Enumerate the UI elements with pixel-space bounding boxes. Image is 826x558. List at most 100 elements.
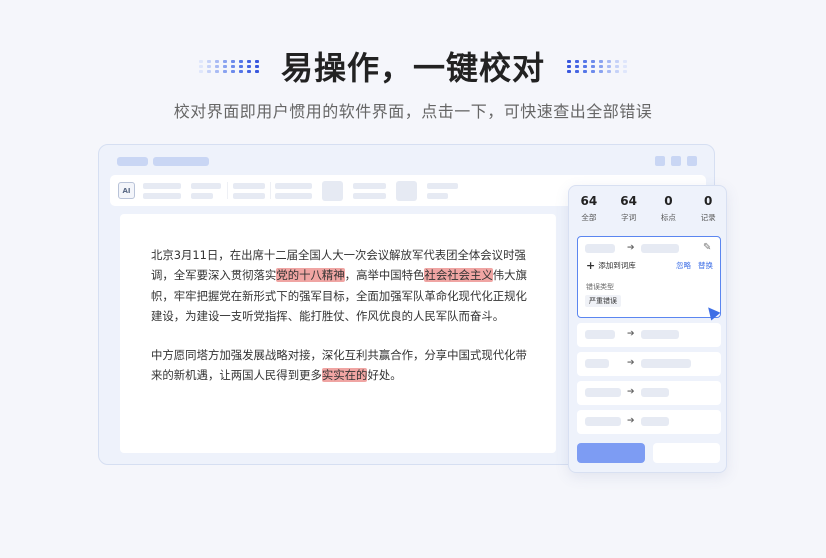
dot [246,69,251,73]
toolbar-item[interactable] [353,183,386,189]
dot [238,59,243,63]
replace-button[interactable]: 替换 [698,260,713,271]
stat-words[interactable]: 64 字词 [609,194,649,223]
ignore-button[interactable]: 忽略 [676,260,691,271]
toolbar-item[interactable] [427,193,448,199]
dot [591,69,595,73]
toolbar-button[interactable] [322,181,343,201]
proofread-panel: 64 全部 64 字词 0 标点 0 记录 ➔ ✎ + 添加到词库 忽略 替换 … [568,185,727,473]
error-severity-badge: 严重错误 [585,295,621,307]
dot [198,69,203,73]
toolbar-item[interactable] [233,183,265,189]
toolbar-item[interactable] [427,183,458,189]
arrow-right-icon: ➔ [627,243,635,253]
document-paragraph: 北京3月11日，在出席十二届全国人大一次会议解放军代表团全体会议时强调，全军要深… [151,245,527,326]
secondary-action-button[interactable] [653,443,720,463]
dot [623,69,627,73]
dot [607,64,611,68]
arrow-right-icon: ➔ [627,416,635,426]
error-card[interactable]: ➔ [577,323,721,347]
toolbar-item[interactable] [275,183,312,189]
suggestion-placeholder [641,330,679,339]
error-highlight[interactable]: 实实在的 [321,368,368,383]
stat-label: 全部 [581,213,597,222]
dot [238,69,243,73]
toolbar-item[interactable] [143,183,181,189]
toolbar-divider [227,182,228,199]
dot [583,59,587,63]
error-card[interactable]: ➔ [577,410,721,434]
close-button[interactable] [687,156,697,166]
dot [583,64,587,68]
error-card[interactable]: ➔ [577,381,721,405]
suggestion-placeholder [641,244,679,253]
minimize-button[interactable] [655,156,665,166]
toolbar-item[interactable] [353,193,386,199]
error-type-label: 错误类型 [586,283,614,291]
arrow-right-icon: ➔ [627,358,635,368]
original-text-placeholder [585,388,621,397]
dot [230,59,235,63]
ai-doc-icon[interactable]: AI [118,182,135,199]
dot [599,69,603,73]
original-text-placeholder [585,417,621,426]
stat-records[interactable]: 0 记录 [688,194,728,223]
mouse-cursor-icon [703,303,721,321]
add-to-dictionary-button[interactable]: + 添加到词库 [586,259,636,272]
page-title: 易操作，一键校对 [280,49,545,87]
document-paragraph: 中方愿同塔方加强发展战略对接，深化互利共赢合作，分享中国式现代化带来的新机遇，让… [151,345,527,386]
suggestion-placeholder [641,388,669,397]
primary-action-button[interactable] [577,443,645,463]
error-card[interactable]: ➔ [577,352,721,376]
original-text-placeholder [585,244,615,253]
arrow-right-icon: ➔ [627,387,635,397]
stat-label: 标点 [660,213,676,222]
stat-label: 字词 [621,213,637,222]
stat-count: 0 [664,194,673,208]
dot [607,59,611,63]
dot [599,64,603,68]
stat-count: 64 [580,194,598,208]
decorative-dots-left [198,59,259,73]
dot [567,69,571,73]
hero-title-row: 易操作，一键校对 [0,44,826,88]
toolbar-item[interactable] [233,193,265,199]
active-error-card[interactable]: ➔ ✎ + 添加到词库 忽略 替换 错误类型 严重错误 [577,236,721,321]
stat-punctuation[interactable]: 0 标点 [649,194,689,223]
toolbar-item[interactable] [143,193,181,199]
document-text: ，高举中国特色 [344,268,425,283]
dot [575,69,579,73]
suggestion-placeholder [641,359,691,368]
stats-row: 64 全部 64 字词 0 标点 0 记录 [569,194,728,223]
dot [615,69,619,73]
dot [591,64,595,68]
dot [591,59,595,63]
stat-label: 记录 [700,213,716,222]
toolbar-button[interactable] [396,181,417,201]
error-highlight[interactable]: 党的十八精神 [276,268,345,283]
stat-all[interactable]: 64 全部 [569,194,609,223]
stat-count: 64 [620,194,637,208]
original-text-placeholder [585,359,609,368]
dot [599,59,603,63]
error-highlight[interactable]: 社会社会主义 [424,268,493,283]
add-to-dictionary-label: 添加到词库 [598,261,636,270]
dot [238,64,243,68]
dot [214,59,219,63]
maximize-button[interactable] [671,156,681,166]
edit-pencil-icon[interactable]: ✎ [703,242,711,253]
toolbar-item[interactable] [275,193,312,199]
dot [607,69,611,73]
arrow-right-icon: ➔ [627,329,635,339]
dot [206,69,211,73]
toolbar-item[interactable] [191,193,213,199]
dot [575,59,579,63]
dot [567,64,571,68]
document-page[interactable]: 北京3月11日，在出席十二届全国人大一次会议解放军代表团全体会议时强调，全军要深… [120,214,556,453]
dot [583,69,587,73]
toolbar-item[interactable] [191,183,221,189]
dot [254,69,259,73]
dot [214,69,219,73]
document-text: 好处。 [367,368,402,383]
suggestion-placeholder [641,417,669,426]
